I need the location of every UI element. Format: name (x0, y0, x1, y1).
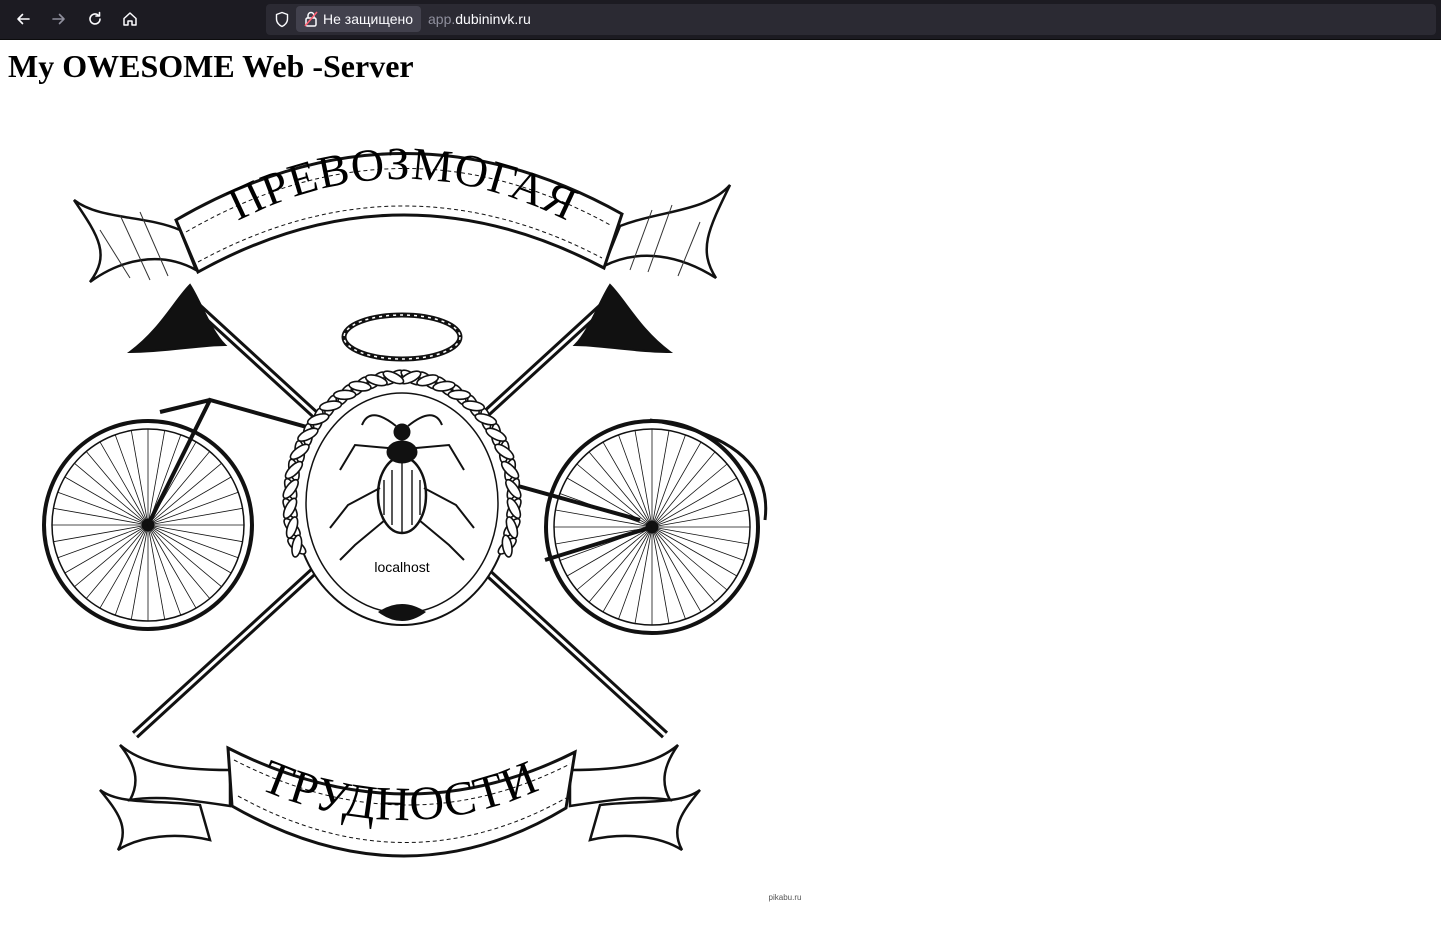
reload-icon (89, 11, 101, 25)
back-button[interactable] (9, 5, 37, 33)
bottom-banner: ТРУДНОСТИ (99, 744, 701, 858)
home-button[interactable] (116, 5, 144, 33)
connection-security-button[interactable]: Не защищено (296, 6, 421, 32)
insecure-lock-icon (304, 11, 318, 27)
browser-toolbar: Не защищено app.dubininvk.ru (0, 0, 1441, 40)
shield-icon[interactable] (274, 11, 290, 28)
arrow-left-icon (17, 13, 30, 25)
top-banner: ПРЕВОЗМОГАЯ (72, 138, 732, 284)
center-label: localhost (374, 559, 429, 575)
url-bar[interactable]: Не защищено app.dubininvk.ru (266, 4, 1436, 35)
page-title: My OWESOME Web -Server (8, 48, 414, 84)
reload-button[interactable] (81, 5, 109, 33)
arrow-right-icon (52, 13, 65, 25)
thorn-crown (341, 312, 463, 362)
emblem-image: ПРЕВОЗМОГАЯ localhost ТРУДНОСТИ pikabu.r… (0, 96, 820, 908)
url-text[interactable]: app.dubininvk.ru (428, 11, 531, 27)
home-icon (123, 12, 137, 26)
security-label: Не защищено (323, 11, 413, 27)
url-domain: dubininvk.ru (455, 11, 531, 27)
watermark: pikabu.ru (769, 893, 802, 902)
forward-button[interactable] (45, 5, 73, 33)
url-subdomain: app. (428, 11, 456, 27)
